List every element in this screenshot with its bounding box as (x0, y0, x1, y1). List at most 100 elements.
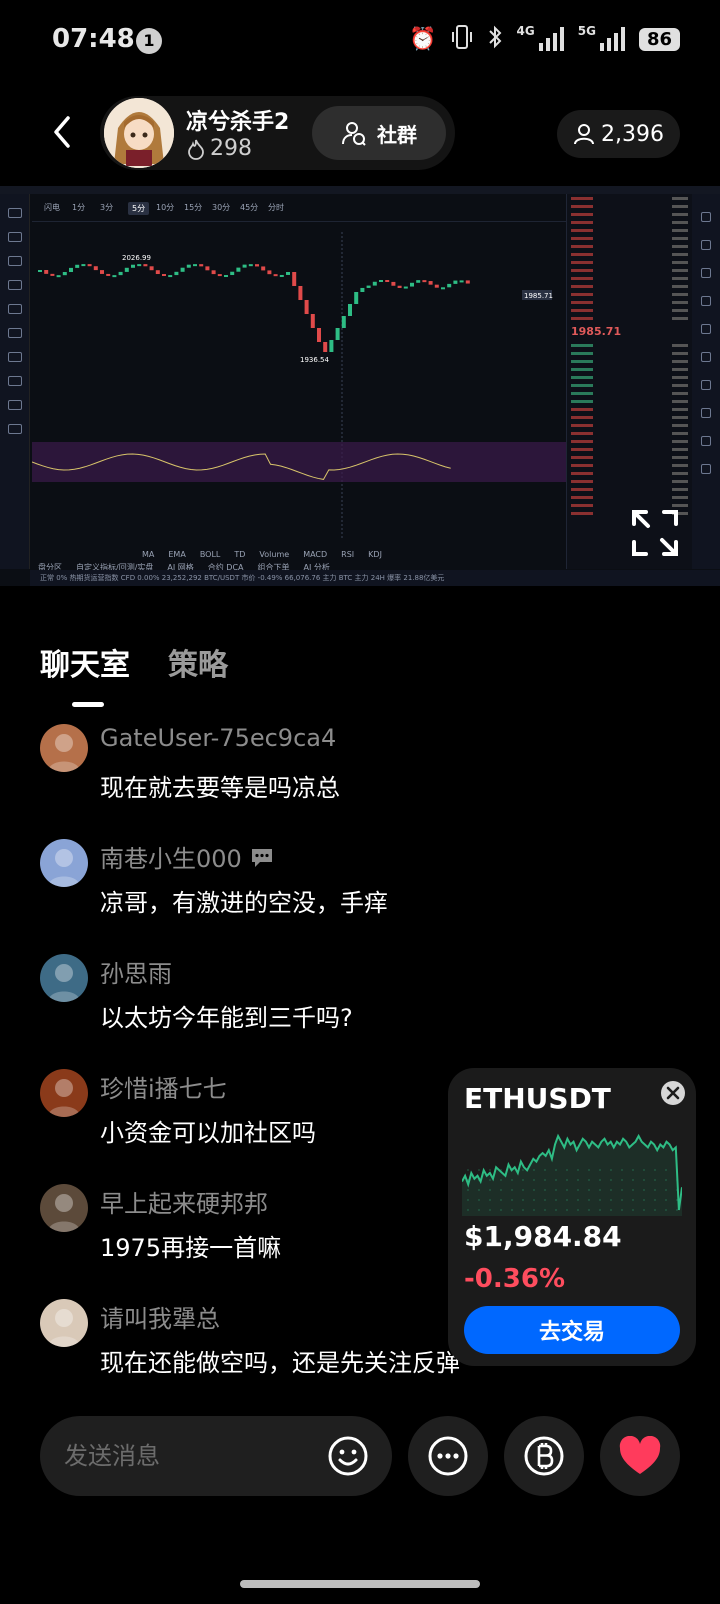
user-avatar[interactable] (40, 954, 88, 1002)
indicator-tab[interactable]: Volume (259, 550, 289, 560)
user-avatar[interactable] (40, 1299, 88, 1347)
ticker-close-button[interactable] (660, 1080, 686, 1106)
back-button[interactable] (44, 112, 84, 152)
active-tab-indicator (72, 702, 104, 707)
candle (62, 272, 67, 276)
timeframe-option[interactable]: 45分 (240, 202, 258, 213)
like-button[interactable] (600, 1416, 680, 1496)
timeframe-option[interactable]: 30分 (212, 202, 230, 213)
host-info[interactable]: 凉兮杀手2 298 社群 (100, 96, 455, 170)
message-username[interactable]: 珍惜i播七七 (100, 1069, 227, 1104)
ticker-card[interactable]: ETHUSDT $1,984.84 -0.36% 去交易 (448, 1068, 696, 1366)
message-username[interactable]: 请叫我犟总 (100, 1299, 220, 1334)
candle (186, 264, 191, 268)
candle (69, 267, 73, 273)
sparkline-dot (654, 1209, 656, 1211)
close-icon (661, 1081, 685, 1105)
timeframe-option[interactable]: 闪电 (44, 202, 60, 213)
fullscreen-icon (632, 510, 678, 556)
ticker-change: -0.36% (464, 1264, 565, 1294)
sparkline-dot (533, 1179, 535, 1181)
bitcoin-tip-button[interactable] (504, 1416, 584, 1496)
sparkline-dot (621, 1169, 623, 1171)
sparkline-dot (566, 1179, 568, 1181)
sparkline-dot (577, 1189, 579, 1191)
candle (230, 271, 235, 276)
sparkline-dot (500, 1189, 502, 1191)
indicator-tab[interactable]: MACD (303, 550, 327, 560)
message-text: 以太坊今年能到三千吗? (100, 1004, 353, 1032)
tab-strategy[interactable]: 策略 (168, 640, 228, 684)
toolbar-icon (7, 304, 22, 314)
timeframe-option[interactable]: 15分 (184, 202, 202, 213)
candle (292, 272, 297, 286)
indicator-tab[interactable]: KDJ (368, 550, 382, 560)
host-likes: 298 (186, 136, 252, 161)
candle (50, 273, 55, 276)
candle (410, 282, 414, 287)
community-button[interactable]: 社群 (312, 106, 446, 160)
indicator-tab[interactable]: RSI (341, 550, 354, 560)
message-username[interactable]: 早上起来硬邦邦 (100, 1184, 268, 1219)
sparkline-dot (489, 1179, 491, 1181)
candle (422, 280, 427, 283)
candle (310, 314, 315, 328)
tab-chat-room[interactable]: 聊天室 (40, 640, 130, 684)
chart-right-toolbar (692, 194, 720, 569)
toolbar-icon (701, 268, 711, 278)
indicator-tab[interactable]: MA (142, 550, 154, 560)
sparkline-dot (467, 1209, 469, 1211)
indicator-tab[interactable]: EMA (168, 550, 185, 560)
sparkline-dot (643, 1189, 645, 1191)
chart-low-label: 1936.54 (300, 356, 329, 364)
sparkline-dot (599, 1169, 601, 1171)
timeframe-option[interactable]: 3分 (100, 202, 113, 213)
timeframe-option[interactable]: 1分 (72, 202, 85, 213)
fullscreen-button[interactable] (628, 506, 682, 560)
viewer-count[interactable]: 2,396 (557, 110, 680, 158)
toolbar-icon (7, 376, 22, 386)
message-input[interactable] (64, 1436, 304, 1476)
timeframe-option[interactable]: 5分 (128, 202, 150, 215)
candle (131, 264, 135, 268)
candle (465, 280, 470, 284)
bitcoin-b-icon (524, 1436, 564, 1476)
host-avatar[interactable] (104, 98, 174, 168)
indicator-tab[interactable]: BOLL (200, 550, 221, 560)
user-avatar[interactable] (40, 724, 88, 772)
candle (403, 286, 408, 289)
avatar-portrait (48, 1194, 80, 1232)
candle (242, 264, 247, 268)
chat-message[interactable]: GateUser-75ec9ca4 现在就去要等是吗凉总 (40, 720, 680, 830)
more-options-button[interactable] (408, 1416, 488, 1496)
sparkline-area (462, 1136, 682, 1216)
viewer-count-value: 2,396 (601, 121, 664, 147)
status-icons: ⏰ 4G 5G 86 (409, 24, 680, 54)
sparkline-dot (599, 1179, 601, 1181)
chat-message[interactable]: 南巷小生000 凉哥，有激进的空没，手痒 (40, 835, 680, 945)
indicator-tab[interactable]: TD (234, 550, 245, 560)
chat-message[interactable]: 孙思雨以太坊今年能到三千吗? (40, 950, 680, 1060)
user-avatar[interactable] (40, 839, 88, 887)
candle (366, 285, 371, 288)
timeframe-option[interactable]: 10分 (156, 202, 174, 213)
toolbar-icon (7, 400, 22, 410)
toolbar-icon (701, 464, 711, 474)
candle (149, 266, 154, 271)
order-book-row (567, 413, 692, 421)
timeframe-option[interactable]: 分时 (268, 202, 284, 213)
message-username[interactable]: 南巷小生000 (100, 839, 274, 874)
message-username[interactable]: 孙思雨 (100, 954, 172, 989)
message-text: 凉哥，有激进的空没，手痒 (100, 889, 388, 917)
candle (304, 300, 309, 314)
battery-level: 86 (638, 27, 680, 51)
user-avatar[interactable] (40, 1184, 88, 1232)
candle (162, 274, 166, 277)
trade-button[interactable]: 去交易 (464, 1306, 680, 1354)
message-username[interactable]: GateUser-75ec9ca4 (100, 724, 336, 752)
user-avatar[interactable] (40, 1069, 88, 1117)
emoji-button[interactable] (326, 1434, 370, 1478)
sparkline-dot (654, 1179, 656, 1181)
sparkline-dot (599, 1199, 601, 1201)
live-stream-video[interactable]: 闪电 1分 3分 5分 10分 15分 30分 45分 分时 2026.99 1936.54 1… (0, 186, 720, 586)
